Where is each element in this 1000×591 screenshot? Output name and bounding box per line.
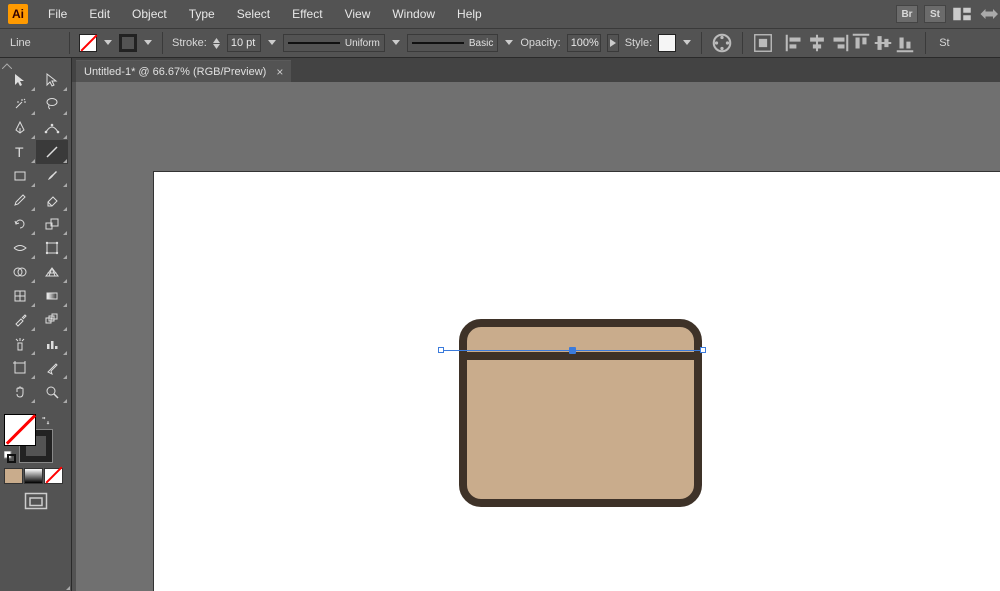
artwork-inner-line (467, 352, 694, 360)
eraser-tool[interactable] (36, 188, 68, 212)
color-mode-row (4, 468, 67, 484)
stroke-weight-dropdown[interactable] (267, 34, 277, 52)
align-left-icon[interactable] (784, 32, 806, 54)
recolor-artwork-icon[interactable] (711, 32, 733, 54)
gpu-preview-icon[interactable] (978, 5, 998, 23)
bridge-button[interactable]: Br (896, 5, 918, 23)
align-right-icon[interactable] (828, 32, 850, 54)
opacity-dropdown[interactable] (607, 34, 619, 52)
line-segment-tool[interactable] (36, 140, 68, 164)
perspective-grid-tool[interactable] (36, 260, 68, 284)
control-bar: Line Stroke: 10 pt Uniform Basic Opacity… (0, 28, 1000, 58)
menu-effect[interactable]: Effect (282, 3, 332, 25)
type-tool[interactable]: T (4, 140, 36, 164)
artwork-rounded-rectangle[interactable] (459, 319, 702, 507)
document-tab-title: Untitled-1* @ 66.67% (RGB/Preview) (84, 66, 266, 78)
style-dropdown[interactable] (682, 34, 692, 52)
selection-handle-right[interactable] (700, 347, 706, 353)
brush-dropdown[interactable] (504, 34, 514, 52)
magic-wand-tool[interactable] (4, 92, 36, 116)
align-bottom-icon[interactable] (894, 32, 916, 54)
mesh-tool[interactable] (4, 284, 36, 308)
fill-dropdown[interactable] (103, 34, 113, 52)
menu-select[interactable]: Select (227, 3, 280, 25)
canvas-workspace[interactable] (76, 82, 1000, 591)
color-mode-solid[interactable] (4, 468, 23, 484)
column-graph-tool[interactable] (36, 332, 68, 356)
stroke-dropdown[interactable] (143, 34, 153, 52)
align-hcenter-icon[interactable] (806, 32, 828, 54)
fill-stroke-indicator[interactable] (4, 414, 52, 462)
tab-close-button[interactable]: × (276, 65, 283, 79)
free-transform-tool[interactable] (36, 236, 68, 260)
pencil-tool[interactable] (4, 188, 36, 212)
lasso-tool[interactable] (36, 92, 68, 116)
color-mode-none[interactable] (44, 468, 63, 484)
opacity-field[interactable]: 100% (567, 34, 601, 52)
align-to-icon[interactable] (752, 32, 774, 54)
align-top-icon[interactable] (850, 32, 872, 54)
menu-help[interactable]: Help (447, 3, 492, 25)
zoom-tool[interactable] (36, 380, 68, 404)
default-fill-stroke-icon[interactable] (4, 450, 16, 462)
selection-handle-left[interactable] (438, 347, 444, 353)
stock-button[interactable]: St (924, 5, 946, 23)
paintbrush-tool[interactable] (36, 164, 68, 188)
artboard-tool[interactable] (4, 356, 36, 380)
menu-bar: Ai File Edit Object Type Select Effect V… (0, 0, 1000, 28)
style-label: Style: (625, 37, 653, 49)
direct-selection-tool[interactable] (36, 68, 68, 92)
artboard[interactable] (154, 172, 1000, 591)
align-vcenter-icon[interactable] (872, 32, 894, 54)
stroke-swatch[interactable] (119, 34, 137, 52)
fill-swatch[interactable] (79, 34, 97, 52)
stroke-weight-stepper[interactable] (213, 34, 221, 52)
rectangle-tool[interactable] (4, 164, 36, 188)
fill-color-box[interactable] (4, 414, 36, 446)
document-tab-bar: Untitled-1* @ 66.67% (RGB/Preview) × (0, 58, 1000, 82)
width-tool[interactable] (4, 236, 36, 260)
scale-tool[interactable] (36, 212, 68, 236)
menu-edit[interactable]: Edit (79, 3, 120, 25)
tools-panel: T (0, 58, 72, 591)
app-logo: Ai (8, 4, 28, 24)
hand-tool[interactable] (4, 380, 36, 404)
menu-object[interactable]: Object (122, 3, 177, 25)
menu-view[interactable]: View (335, 3, 381, 25)
gradient-tool[interactable] (36, 284, 68, 308)
menu-file[interactable]: File (38, 3, 77, 25)
swap-fill-stroke-icon[interactable] (40, 414, 50, 432)
slice-tool[interactable] (36, 356, 68, 380)
arrange-documents-icon[interactable] (952, 5, 972, 23)
color-mode-gradient[interactable] (24, 468, 43, 484)
blend-tool[interactable] (36, 308, 68, 332)
transform-label: St (939, 37, 949, 49)
variable-width-profile[interactable]: Uniform (283, 34, 385, 52)
rotate-tool[interactable] (4, 212, 36, 236)
selection-tool[interactable] (4, 68, 36, 92)
opacity-label: Opacity: (520, 37, 560, 49)
eyedropper-tool[interactable] (4, 308, 36, 332)
stroke-weight-field[interactable]: 10 pt (227, 34, 261, 52)
menu-window[interactable]: Window (382, 3, 445, 25)
symbol-sprayer-tool[interactable] (4, 332, 36, 356)
selection-handle-center[interactable] (569, 347, 576, 354)
graphic-style-swatch[interactable] (658, 34, 676, 52)
curvature-tool[interactable] (36, 116, 68, 140)
screen-mode-button[interactable] (24, 492, 48, 510)
menu-type[interactable]: Type (179, 3, 225, 25)
shape-builder-tool[interactable] (4, 260, 36, 284)
brush-definition[interactable]: Basic (407, 34, 498, 52)
profile-dropdown[interactable] (391, 34, 401, 52)
tool-context-label: Line (10, 37, 60, 49)
stroke-weight-label: Stroke: (172, 37, 207, 49)
align-group (784, 32, 916, 54)
svg-text:T: T (15, 144, 24, 160)
tools-collapse-icon[interactable] (2, 56, 12, 66)
document-tab[interactable]: Untitled-1* @ 66.67% (RGB/Preview) × (76, 60, 291, 82)
pen-tool[interactable] (4, 116, 36, 140)
